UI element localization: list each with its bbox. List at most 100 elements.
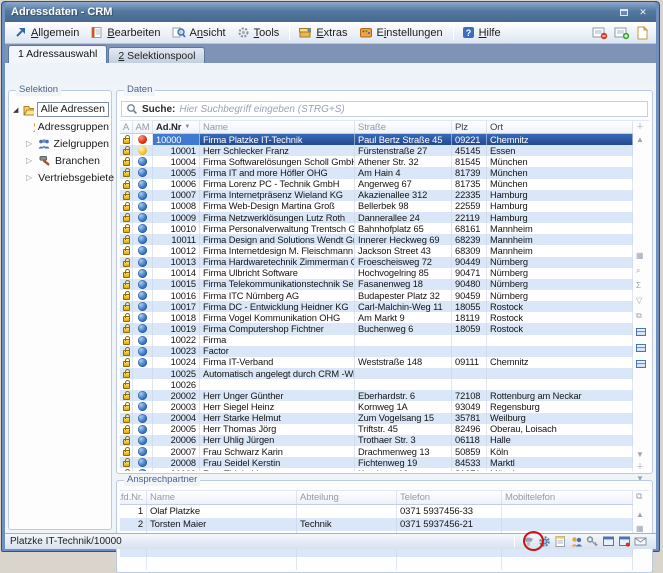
grid-view-icon[interactable] [636, 360, 646, 368]
tree-item-adressgruppen[interactable]: Adressgruppen [13, 118, 109, 135]
address-row[interactable]: 10001Herr Schlecker FranzFürstenstraße 2… [120, 145, 633, 156]
address-row[interactable]: 10013Firma Hardwaretechnik Zimmerman OHG… [120, 257, 633, 268]
tree-root-label[interactable]: Alle Adressen [37, 102, 109, 117]
column-header-a[interactable]: A [120, 121, 133, 133]
remove-record-icon[interactable] [592, 26, 608, 40]
tree-expanded-icon[interactable]: ◢ [13, 106, 20, 114]
window-icon[interactable] [602, 535, 615, 548]
address-row[interactable]: 10010Firma Personalverwaltung Trentsch G… [120, 223, 633, 234]
column-header-am[interactable]: AM [133, 121, 153, 133]
contact-row[interactable]: 2Torsten MaierTechnik0371 5937456-21 [120, 518, 633, 531]
find-icon[interactable]: ⌕ [636, 267, 640, 275]
address-row[interactable]: 10000Firma Platzke IT-TechnikPaul Bertz … [120, 134, 633, 145]
scroll-up-icon[interactable]: ▲ [636, 511, 644, 519]
scroll-up-icon[interactable]: ▲ [636, 136, 644, 144]
grid-view-icon[interactable] [636, 328, 646, 336]
column-header-adnr[interactable]: Ad.Nr ▼ [153, 121, 200, 133]
tree-root-alle-adressen[interactable]: ◢ Alle Adressen [13, 101, 109, 118]
restore-icon[interactable] [617, 6, 631, 19]
mail-icon[interactable] [634, 535, 647, 548]
address-row[interactable]: 10011Firma Design and Solutions Wendt Gm… [120, 234, 633, 245]
notes-icon[interactable] [554, 535, 567, 548]
address-row[interactable]: 10018Firma Vogel Kommunikation OHGAm Mar… [120, 312, 633, 323]
address-row[interactable]: 10019Firma Computershop FichtnerBuchenwe… [120, 323, 633, 334]
new-document-icon[interactable] [636, 26, 649, 40]
address-row[interactable]: 10017Firma DC - Entwicklung Heidner KGCa… [120, 301, 633, 312]
address-row[interactable]: 10008Firma Web-Design Martina GroßBeller… [120, 201, 633, 212]
address-row[interactable]: 20002Herr Unger GüntherEberhardstr. 6721… [120, 390, 633, 401]
copy-icon[interactable]: ⧉ [636, 492, 642, 500]
address-row[interactable]: 10015Firma Telekommunikationstechnik Sei… [120, 279, 633, 290]
session-window-icon[interactable] [618, 535, 631, 548]
address-row[interactable]: 20003Herr Siegel HeinzKornweg 1A93049Reg… [120, 401, 633, 412]
address-row[interactable]: 20008Frau Seidel KerstinFichtenweg 19845… [120, 457, 633, 468]
sum-icon[interactable]: Σ [636, 282, 641, 290]
sync-gear-icon[interactable] [538, 535, 551, 548]
tree-collapsed-icon[interactable]: ▷ [26, 156, 35, 165]
sort-desc-icon[interactable]: ▼ [184, 124, 190, 130]
column-header-ort[interactable]: Ort [487, 121, 633, 133]
grid-layout-icon[interactable]: ▦ [636, 252, 644, 260]
address-row[interactable]: 10012Firma Internetdesign M. Fleischmann… [120, 245, 633, 256]
column-header-lfdnr[interactable]: Lfd.Nr. [120, 491, 147, 504]
close-icon[interactable]: ✕ [636, 6, 650, 19]
menu-allgemein[interactable]: Allgemein [10, 24, 85, 41]
contacts-icon[interactable] [570, 535, 583, 548]
add-row-icon[interactable]: ＋ [636, 463, 644, 471]
contact-row[interactable]: 1Olaf Platzke0371 5937456-33 [120, 505, 633, 518]
address-zip: 81371 [452, 468, 487, 471]
phone-icon[interactable] [522, 535, 535, 548]
address-row[interactable]: 10025Automatisch angelegt durch CRM -Wie… [120, 368, 633, 379]
contact-table-header[interactable]: Lfd.Nr. Name Abteilung Telefon Mobiltele… [120, 491, 633, 505]
address-row[interactable]: 10007Firma Internetpräsenz Wieland KGAka… [120, 190, 633, 201]
address-row[interactable]: 10006Firma Lorenz PC - Technik GmbHAnger… [120, 179, 633, 190]
tree-collapsed-icon[interactable]: ▷ [26, 139, 34, 148]
tab-adressauswahl[interactable]: 1 Adressauswahl [8, 45, 107, 63]
menu-einstellungen[interactable]: Einstellungen [355, 24, 449, 41]
menu-hilfe[interactable]: ? Hilfe [458, 24, 507, 41]
grid-view-icon[interactable] [636, 344, 646, 352]
add-row-icon[interactable]: ＋ [636, 123, 644, 131]
address-row[interactable]: 20007Frau Schwarz KarinDrachmenweg 13508… [120, 446, 633, 457]
tree-collapsed-icon[interactable]: ▷ [26, 173, 32, 182]
scroll-down-icon[interactable]: ▼ [636, 451, 644, 459]
menu-tools[interactable]: Tools [233, 24, 286, 41]
column-header-name[interactable]: Name [200, 121, 355, 133]
address-row[interactable]: 20005Herr Thomas JörgTriftstr. 4582496Ob… [120, 424, 633, 435]
tree-item-branchen[interactable]: ▷ Branchen [13, 152, 109, 169]
address-row[interactable]: 10005Firma IT and more Höfler OHGAm Hain… [120, 167, 633, 178]
contact-row[interactable] [120, 557, 633, 570]
tab-selektionspool[interactable]: 2 Selektionspool [108, 47, 205, 63]
search-bar[interactable]: Suche: [121, 101, 648, 117]
address-row[interactable]: 10023Factor [120, 346, 633, 357]
add-record-icon[interactable] [614, 26, 630, 40]
address-row[interactable]: 10004Firma Softwarelösungen Scholl GmbHA… [120, 156, 633, 167]
column-header-contact-name[interactable]: Name [147, 491, 297, 504]
menu-ansicht[interactable]: Ansicht [168, 24, 232, 41]
address-row[interactable]: 10009Firma Netzwerklösungen Lutz RothDan… [120, 212, 633, 223]
address-row[interactable]: 10016Firma ITC Nürnberg AGBudapester Pla… [120, 290, 633, 301]
menu-bearbeiten[interactable]: Bearbeiten [86, 24, 166, 41]
grid-layout-icon[interactable]: ▦ [636, 525, 644, 533]
column-header-plz[interactable]: Plz [452, 121, 487, 133]
address-row[interactable]: 20009Frau Thiele LisaKyreinstr. 1381371M… [120, 468, 633, 471]
tree-item-vertriebsgebiete[interactable]: ▷ Vertriebsgebiete [13, 169, 109, 186]
column-header-abteilung[interactable]: Abteilung [297, 491, 397, 504]
address-row[interactable]: 10024Firma IT-VerbandWeststraße 14809111… [120, 357, 633, 368]
column-header-strasse[interactable]: Straße [355, 121, 452, 133]
address-row[interactable]: 20004Herr Starke HelmutZum Vogelsang 153… [120, 413, 633, 424]
address-row[interactable]: 10022Firma [120, 335, 633, 346]
column-header-telefon[interactable]: Telefon [397, 491, 502, 504]
search-input[interactable] [179, 104, 643, 115]
address-table-header[interactable]: A AM Ad.Nr ▼ Name Straße Plz Ort [120, 121, 633, 134]
tree-item-zielgruppen[interactable]: ▷ Zielgruppen [13, 135, 109, 152]
address-row[interactable]: 10026 [120, 379, 633, 390]
copy-icon[interactable]: ⧉ [636, 312, 642, 320]
filter-icon[interactable]: ▽ [636, 297, 642, 305]
address-row[interactable]: 20006Herr Uhlig JürgenTrothaer Str. 3061… [120, 435, 633, 446]
key-icon[interactable] [586, 535, 599, 548]
menu-extras[interactable]: Extras [294, 24, 353, 41]
address-row[interactable]: 10014Firma Ulbricht SoftwareHochvogelrin… [120, 268, 633, 279]
column-header-mobiltelefon[interactable]: Mobiltelefon [502, 491, 633, 504]
title-bar[interactable]: Adressdaten - CRM ✕ [5, 2, 656, 22]
